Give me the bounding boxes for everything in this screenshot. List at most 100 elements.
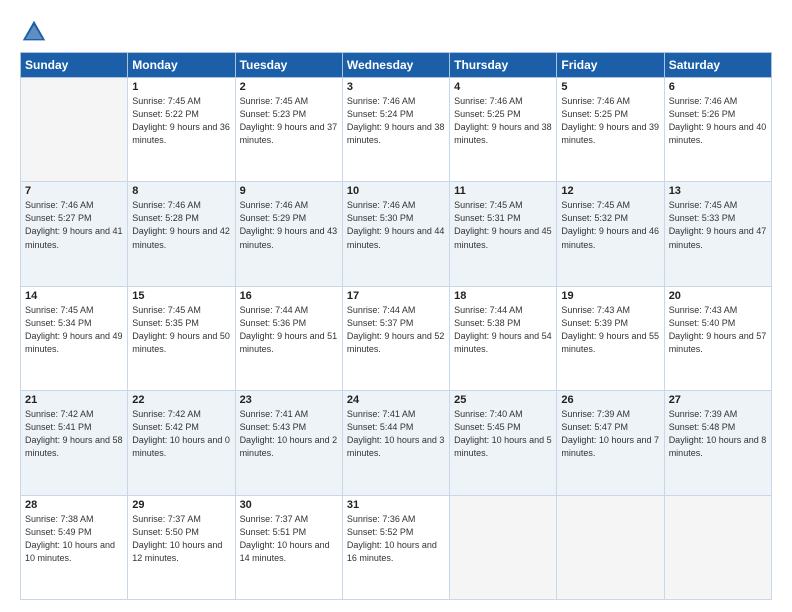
calendar-cell: 22 Sunrise: 7:42 AMSunset: 5:42 PMDayligh… (128, 391, 235, 495)
day-number: 22 (132, 394, 230, 406)
day-info: Sunrise: 7:37 AMSunset: 5:51 PMDaylight:… (240, 513, 338, 565)
calendar-cell: 18 Sunrise: 7:44 AMSunset: 5:38 PMDayligh… (450, 286, 557, 390)
day-info: Sunrise: 7:45 AMSunset: 5:23 PMDaylight:… (240, 95, 338, 147)
calendar-cell (450, 495, 557, 599)
calendar-cell: 31 Sunrise: 7:36 AMSunset: 5:52 PMDayligh… (342, 495, 449, 599)
calendar-week-row: 7 Sunrise: 7:46 AMSunset: 5:27 PMDaylight… (21, 182, 772, 286)
calendar-cell: 1 Sunrise: 7:45 AMSunset: 5:22 PMDaylight… (128, 78, 235, 182)
day-info: Sunrise: 7:38 AMSunset: 5:49 PMDaylight:… (25, 513, 123, 565)
day-info: Sunrise: 7:45 AMSunset: 5:32 PMDaylight:… (561, 199, 659, 251)
day-number: 27 (669, 394, 767, 406)
day-number: 11 (454, 185, 552, 197)
weekday-header: Monday (128, 53, 235, 78)
calendar-cell: 16 Sunrise: 7:44 AMSunset: 5:36 PMDayligh… (235, 286, 342, 390)
calendar-cell: 2Sunrise: 7:45 AMSunset: 5:23 PMDaylight… (235, 78, 342, 182)
day-info: Sunrise: 7:44 AMSunset: 5:38 PMDaylight:… (454, 304, 552, 356)
day-number: 6 (669, 81, 767, 93)
day-info: Sunrise: 7:46 AMSunset: 5:26 PMDaylight:… (669, 95, 767, 147)
day-number: 18 (454, 290, 552, 302)
day-info: Sunrise: 7:39 AMSunset: 5:48 PMDaylight:… (669, 408, 767, 460)
day-info: Sunrise: 7:46 AMSunset: 5:25 PMDaylight:… (454, 95, 552, 147)
calendar-cell: 17Sunrise: 7:44 AMSunset: 5:37 PMDayligh… (342, 286, 449, 390)
day-info: Sunrise: 7:45 AMSunset: 5:34 PMDaylight:… (25, 304, 123, 356)
calendar-week-row: 14Sunrise: 7:45 AMSunset: 5:34 PMDayligh… (21, 286, 772, 390)
calendar-cell (664, 495, 771, 599)
day-number: 17 (347, 290, 445, 302)
day-number: 20 (669, 290, 767, 302)
day-info: Sunrise: 7:46 AMSunset: 5:30 PMDaylight:… (347, 199, 445, 251)
calendar-cell: 13Sunrise: 7:45 AMSunset: 5:33 PMDayligh… (664, 182, 771, 286)
day-info: Sunrise: 7:39 AMSunset: 5:47 PMDaylight:… (561, 408, 659, 460)
calendar-cell: 20 Sunrise: 7:43 AMSunset: 5:40 PMDayligh… (664, 286, 771, 390)
calendar-table: SundayMondayTuesdayWednesdayThursdayFrid… (20, 52, 772, 600)
day-number: 26 (561, 394, 659, 406)
day-number: 19 (561, 290, 659, 302)
day-number: 4 (454, 81, 552, 93)
day-info: Sunrise: 7:41 AMSunset: 5:44 PMDaylight:… (347, 408, 445, 460)
calendar-cell (557, 495, 664, 599)
day-info: Sunrise: 7:36 AMSunset: 5:52 PMDaylight:… (347, 513, 445, 565)
day-info: Sunrise: 7:45 AMSunset: 5:22 PMDaylight:… (132, 95, 230, 147)
day-number: 25 (454, 394, 552, 406)
day-info: Sunrise: 7:42 AMSunset: 5:41 PMDaylight:… (25, 408, 123, 460)
calendar-cell: 24 Sunrise: 7:41 AMSunset: 5:44 PMDayligh… (342, 391, 449, 495)
header (20, 18, 772, 46)
day-number: 28 (25, 499, 123, 511)
day-info: Sunrise: 7:46 AMSunset: 5:27 PMDaylight:… (25, 199, 123, 251)
calendar-cell: 3 Sunrise: 7:46 AMSunset: 5:24 PMDaylight… (342, 78, 449, 182)
day-number: 3 (347, 81, 445, 93)
day-number: 5 (561, 81, 659, 93)
weekday-header-row: SundayMondayTuesdayWednesdayThursdayFrid… (21, 53, 772, 78)
day-number: 21 (25, 394, 123, 406)
logo-icon (20, 18, 48, 46)
calendar-cell: 26 Sunrise: 7:39 AMSunset: 5:47 PMDayligh… (557, 391, 664, 495)
calendar-cell: 21 Sunrise: 7:42 AMSunset: 5:41 PMDayligh… (21, 391, 128, 495)
day-number: 29 (132, 499, 230, 511)
weekday-header: Saturday (664, 53, 771, 78)
day-number: 31 (347, 499, 445, 511)
calendar-cell: 28 Sunrise: 7:38 AMSunset: 5:49 PMDayligh… (21, 495, 128, 599)
day-number: 16 (240, 290, 338, 302)
day-info: Sunrise: 7:43 AMSunset: 5:40 PMDaylight:… (669, 304, 767, 356)
logo (20, 18, 52, 46)
day-number: 7 (25, 185, 123, 197)
day-info: Sunrise: 7:45 AMSunset: 5:33 PMDaylight:… (669, 199, 767, 251)
day-info: Sunrise: 7:46 AMSunset: 5:24 PMDaylight:… (347, 95, 445, 147)
calendar-cell: 12 Sunrise: 7:45 AMSunset: 5:32 PMDayligh… (557, 182, 664, 286)
day-info: Sunrise: 7:46 AMSunset: 5:25 PMDaylight:… (561, 95, 659, 147)
calendar-cell (21, 78, 128, 182)
day-info: Sunrise: 7:41 AMSunset: 5:43 PMDaylight:… (240, 408, 338, 460)
calendar-week-row: 1 Sunrise: 7:45 AMSunset: 5:22 PMDaylight… (21, 78, 772, 182)
calendar-week-row: 21 Sunrise: 7:42 AMSunset: 5:41 PMDayligh… (21, 391, 772, 495)
calendar-cell: 14Sunrise: 7:45 AMSunset: 5:34 PMDayligh… (21, 286, 128, 390)
calendar-cell: 10 Sunrise: 7:46 AMSunset: 5:30 PMDayligh… (342, 182, 449, 286)
day-number: 23 (240, 394, 338, 406)
calendar-cell: 5 Sunrise: 7:46 AMSunset: 5:25 PMDaylight… (557, 78, 664, 182)
calendar-cell: 23 Sunrise: 7:41 AMSunset: 5:43 PMDayligh… (235, 391, 342, 495)
calendar-cell: 4 Sunrise: 7:46 AMSunset: 5:25 PMDaylight… (450, 78, 557, 182)
calendar-week-row: 28 Sunrise: 7:38 AMSunset: 5:49 PMDayligh… (21, 495, 772, 599)
day-number: 15 (132, 290, 230, 302)
page: SundayMondayTuesdayWednesdayThursdayFrid… (0, 0, 792, 612)
weekday-header: Tuesday (235, 53, 342, 78)
day-info: Sunrise: 7:43 AMSunset: 5:39 PMDaylight:… (561, 304, 659, 356)
day-number: 8 (132, 185, 230, 197)
calendar-cell: 9 Sunrise: 7:46 AMSunset: 5:29 PMDaylight… (235, 182, 342, 286)
day-info: Sunrise: 7:46 AMSunset: 5:29 PMDaylight:… (240, 199, 338, 251)
calendar-cell: 30 Sunrise: 7:37 AMSunset: 5:51 PMDayligh… (235, 495, 342, 599)
calendar-cell: 6 Sunrise: 7:46 AMSunset: 5:26 PMDaylight… (664, 78, 771, 182)
calendar-cell: 15Sunrise: 7:45 AMSunset: 5:35 PMDayligh… (128, 286, 235, 390)
day-info: Sunrise: 7:40 AMSunset: 5:45 PMDaylight:… (454, 408, 552, 460)
calendar-cell: 29Sunrise: 7:37 AMSunset: 5:50 PMDayligh… (128, 495, 235, 599)
weekday-header: Thursday (450, 53, 557, 78)
calendar-cell: 8Sunrise: 7:46 AMSunset: 5:28 PMDaylight… (128, 182, 235, 286)
day-number: 24 (347, 394, 445, 406)
day-info: Sunrise: 7:42 AMSunset: 5:42 PMDaylight:… (132, 408, 230, 460)
day-number: 1 (132, 81, 230, 93)
day-number: 30 (240, 499, 338, 511)
day-number: 12 (561, 185, 659, 197)
day-number: 9 (240, 185, 338, 197)
day-number: 10 (347, 185, 445, 197)
day-info: Sunrise: 7:44 AMSunset: 5:36 PMDaylight:… (240, 304, 338, 356)
weekday-header: Sunday (21, 53, 128, 78)
